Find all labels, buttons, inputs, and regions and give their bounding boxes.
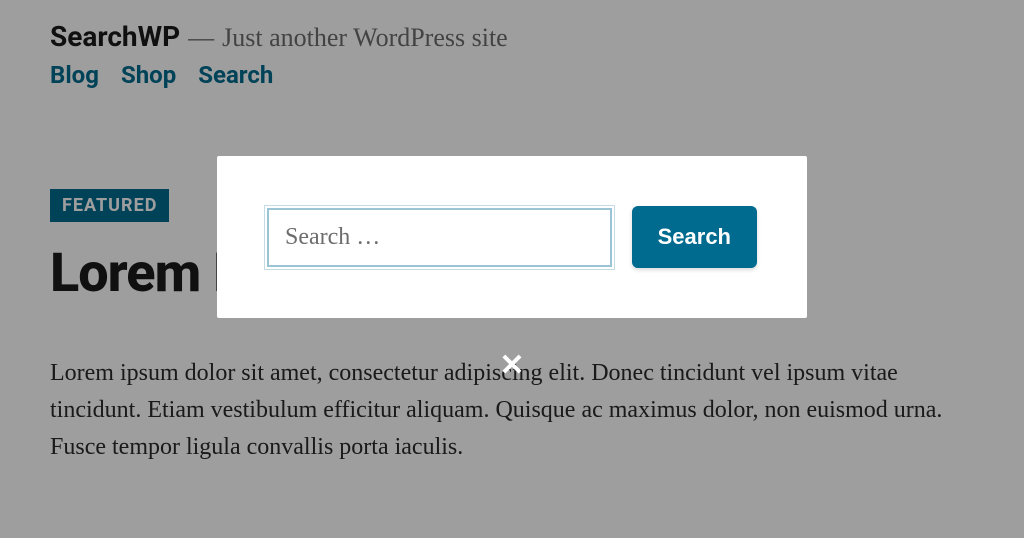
- search-input[interactable]: [267, 208, 612, 267]
- modal-overlay[interactable]: Search ✕: [0, 0, 1024, 538]
- search-modal: Search: [217, 156, 807, 318]
- close-icon[interactable]: ✕: [499, 348, 524, 383]
- search-button[interactable]: Search: [632, 206, 757, 268]
